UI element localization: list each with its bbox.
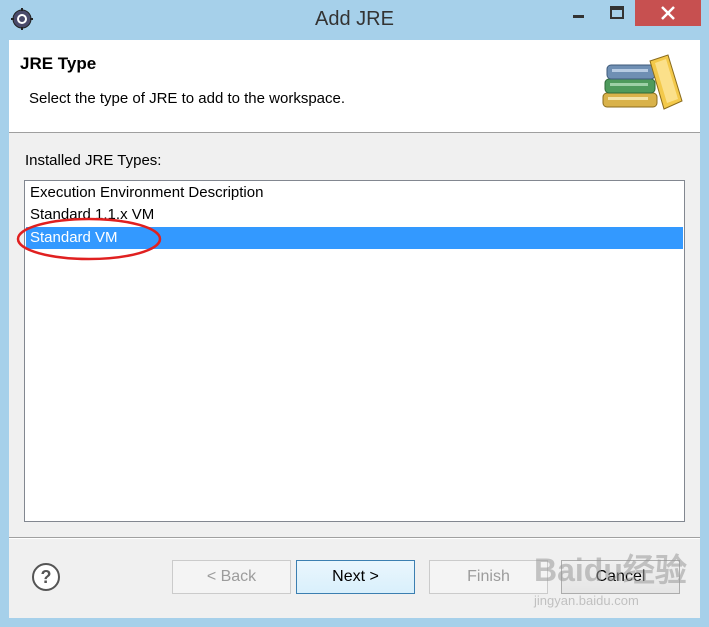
books-icon [602, 54, 683, 110]
close-button[interactable] [635, 0, 701, 26]
maximize-button[interactable] [601, 0, 633, 26]
finish-button[interactable]: Finish [429, 560, 548, 594]
add-jre-dialog: Add JRE JRE Type Select the type of JRE … [0, 0, 709, 627]
header-panel: JRE Type Select the type of JRE to add t… [9, 40, 700, 133]
page-description: Select the type of JRE to add to the wor… [29, 90, 346, 107]
button-separator [9, 537, 700, 539]
list-item-standard-vm[interactable]: Standard VM [26, 227, 683, 249]
dialog-body: JRE Type Select the type of JRE to add t… [9, 40, 700, 618]
jre-types-list[interactable]: Execution Environment Description Standa… [24, 180, 685, 522]
close-icon [661, 6, 675, 20]
question-circle-icon[interactable]: ? [31, 562, 61, 592]
minimize-button[interactable] [563, 0, 595, 26]
maximize-icon [610, 6, 624, 19]
svg-text:?: ? [41, 567, 52, 587]
title-bar[interactable]: Add JRE [0, 0, 709, 40]
minimize-icon [573, 15, 584, 18]
list-item-standard-11x-vm[interactable]: Standard 1.1.x VM [26, 204, 683, 226]
list-item-execution-environment[interactable]: Execution Environment Description [26, 182, 683, 204]
next-button[interactable]: Next > [296, 560, 415, 594]
back-button[interactable]: < Back [172, 560, 291, 594]
cancel-button[interactable]: Cancel [561, 560, 680, 594]
installed-jre-types-label: Installed JRE Types: [25, 152, 162, 169]
page-title: JRE Type [20, 54, 97, 73]
